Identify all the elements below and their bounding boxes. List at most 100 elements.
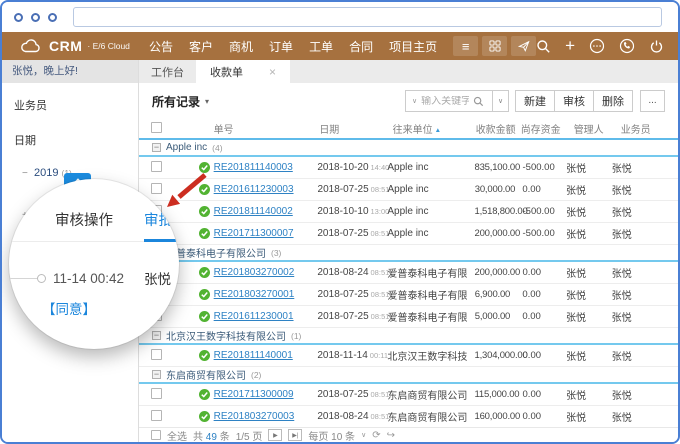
column-header-amount[interactable]: 收款金额 bbox=[466, 121, 516, 136]
approval-timeline-entry: 11-14 00:42 张悦 bbox=[9, 268, 179, 288]
chevron-down-icon[interactable]: ∨ bbox=[412, 97, 417, 105]
close-icon[interactable]: × bbox=[269, 65, 276, 79]
select-all-checkbox[interactable] bbox=[151, 122, 162, 133]
search-box: ∨ ∨ bbox=[405, 90, 509, 112]
remain-cell: 0.00 bbox=[517, 350, 561, 361]
row-checkbox[interactable] bbox=[151, 183, 162, 194]
group-header-row[interactable]: −Apple inc(4) bbox=[139, 140, 678, 157]
order-no-link[interactable]: RE201803270002 bbox=[214, 267, 295, 278]
search-icon[interactable] bbox=[536, 39, 551, 54]
phone-icon[interactable] bbox=[619, 38, 635, 54]
window-control-icon[interactable] bbox=[48, 13, 57, 22]
search-icon[interactable] bbox=[473, 96, 484, 107]
new-button[interactable]: 新建 bbox=[515, 90, 555, 112]
list-view-icon[interactable]: ≡ bbox=[453, 36, 478, 56]
order-no-link[interactable]: RE201611230003 bbox=[214, 184, 294, 195]
search-input[interactable] bbox=[421, 96, 469, 107]
manager-cell: 张悦 bbox=[560, 226, 604, 241]
delete-button[interactable]: 删除 bbox=[593, 90, 633, 112]
row-checkbox[interactable] bbox=[151, 161, 162, 172]
refresh-icon[interactable]: ⟳ bbox=[372, 430, 380, 441]
table-row[interactable]: RE2017113000072018-07-2508:51Apple inc20… bbox=[139, 223, 678, 245]
date-cell: 2018-10-2014:40 bbox=[317, 162, 381, 173]
more-circle-icon[interactable] bbox=[589, 38, 605, 54]
address-bar[interactable] bbox=[73, 7, 662, 27]
date-value: 2018-10-10 bbox=[317, 206, 368, 217]
table-row[interactable]: RE2018032700012018-07-2508:51爱普泰科电子有限公司6… bbox=[139, 284, 678, 306]
group-header-row[interactable]: −爱普泰科电子有限公司(3) bbox=[139, 245, 678, 262]
window-control-icon[interactable] bbox=[31, 13, 40, 22]
table-row[interactable]: RE2017113000092018-07-2508:51东启商贸有限公司115… bbox=[139, 384, 678, 406]
order-no-link[interactable]: RE201811140001 bbox=[214, 350, 293, 361]
row-checkbox[interactable] bbox=[151, 388, 162, 399]
tab-workbench[interactable]: 工作台 bbox=[139, 60, 196, 83]
power-icon[interactable] bbox=[649, 39, 664, 54]
approved-status-icon bbox=[199, 389, 210, 400]
table-row[interactable]: RE2016112300032018-07-2508:51Apple inc30… bbox=[139, 179, 678, 201]
select-all-footer-checkbox[interactable] bbox=[151, 430, 161, 440]
header-actions: + bbox=[536, 38, 680, 54]
order-no-link[interactable]: RE201803270001 bbox=[214, 289, 295, 300]
table-row[interactable]: RE2016112300012018-07-2508:51爱普泰科电子有限公司5… bbox=[139, 306, 678, 328]
order-no-link[interactable]: RE201711300007 bbox=[214, 228, 294, 239]
audit-button[interactable]: 审核 bbox=[554, 90, 594, 112]
collapse-group-icon[interactable]: − bbox=[152, 331, 161, 340]
last-page-button[interactable]: ▶| bbox=[288, 429, 302, 441]
remain-cell: 0.00 bbox=[517, 267, 561, 278]
nav-item[interactable]: 工单 bbox=[309, 38, 333, 55]
group-header-row[interactable]: −东启商贸有限公司(2) bbox=[139, 367, 678, 384]
date-value: 2018-07-25 bbox=[318, 289, 369, 300]
amount-cell: 160,000.00 bbox=[467, 411, 517, 422]
date-value: 2018-11-14 bbox=[317, 350, 367, 361]
select-all-label: 全选 bbox=[167, 428, 187, 443]
collapse-group-icon[interactable]: − bbox=[152, 143, 161, 152]
tree-toggle-icon[interactable]: − bbox=[22, 168, 34, 179]
table-row[interactable]: RE2018032700022018-08-2408:51爱普泰科电子有限公司2… bbox=[139, 262, 678, 284]
nav-item[interactable]: 订单 bbox=[269, 38, 293, 55]
row-checkbox[interactable] bbox=[151, 410, 162, 421]
nav-item[interactable]: 商机 bbox=[229, 38, 253, 55]
tab-audit-actions[interactable]: 审核操作 bbox=[55, 209, 113, 241]
row-checkbox[interactable] bbox=[151, 349, 162, 360]
filter-label: 所有记录 bbox=[152, 93, 200, 110]
order-no-link[interactable]: RE201611230001 bbox=[214, 311, 294, 322]
grid-view-icon[interactable] bbox=[482, 36, 507, 56]
date-value: 2018-07-25 bbox=[318, 184, 369, 195]
forward-icon[interactable]: ↪ bbox=[387, 430, 395, 441]
group-header-row[interactable]: −北京汉王数字科技有限公司(1) bbox=[139, 328, 678, 345]
nav-item[interactable]: 客户 bbox=[189, 38, 213, 55]
filter-salesperson-label[interactable]: 业务员 bbox=[14, 97, 128, 113]
next-page-button[interactable]: ▶ bbox=[268, 429, 282, 441]
column-header-date[interactable]: 日期 bbox=[317, 121, 380, 136]
filter-date-label[interactable]: 日期 bbox=[14, 132, 128, 148]
add-icon[interactable]: + bbox=[565, 37, 575, 54]
row-checkbox-cell bbox=[139, 349, 187, 363]
table-row[interactable]: RE2018111400022018-10-1013:00Apple inc1,… bbox=[139, 201, 678, 223]
order-no-link[interactable]: RE201811140003 bbox=[214, 162, 293, 173]
records-filter-dropdown[interactable]: 所有记录 ▾ bbox=[152, 93, 209, 110]
order-no-link[interactable]: RE201803270003 bbox=[214, 411, 295, 422]
collapse-group-icon[interactable]: − bbox=[152, 370, 161, 379]
nav-item[interactable]: 合同 bbox=[349, 38, 373, 55]
column-header-remain[interactable]: 尚存资金 bbox=[516, 121, 560, 136]
date-value: 2018-07-25 bbox=[317, 228, 368, 239]
remain-cell: 0.00 bbox=[516, 289, 560, 300]
tab-receipts[interactable]: 收款单 × bbox=[196, 60, 290, 83]
table-row[interactable]: RE2018111400012018-11-1400:11北京汉王数字科技有限.… bbox=[139, 345, 678, 367]
chevron-down-icon[interactable]: ∨ bbox=[361, 431, 366, 439]
window-control-icon[interactable] bbox=[14, 13, 23, 22]
unit-cell: 东启商贸有限公司 bbox=[381, 409, 466, 424]
table-row[interactable]: RE2018111400032018-10-2014:40Apple inc83… bbox=[139, 157, 678, 179]
order-no-link[interactable]: RE201711300009 bbox=[214, 389, 294, 400]
nav-item[interactable]: 项目主页 bbox=[389, 38, 437, 55]
column-header-unit[interactable]: 往来单位▲ bbox=[381, 121, 466, 136]
nav-item[interactable]: 公告 bbox=[149, 38, 173, 55]
table-row[interactable]: RE2018032700032018-08-2408:51东启商贸有限公司160… bbox=[139, 406, 678, 427]
search-options-dropdown[interactable]: ∨ bbox=[492, 91, 508, 111]
order-no-link[interactable]: RE201811140002 bbox=[214, 206, 293, 217]
column-header-no[interactable]: 单号 bbox=[187, 121, 318, 136]
send-icon[interactable] bbox=[511, 36, 536, 56]
column-header-sales[interactable]: 业务员 bbox=[604, 121, 678, 136]
column-header-manager[interactable]: 管理人 bbox=[560, 121, 604, 136]
more-button[interactable]: ... bbox=[640, 90, 665, 112]
